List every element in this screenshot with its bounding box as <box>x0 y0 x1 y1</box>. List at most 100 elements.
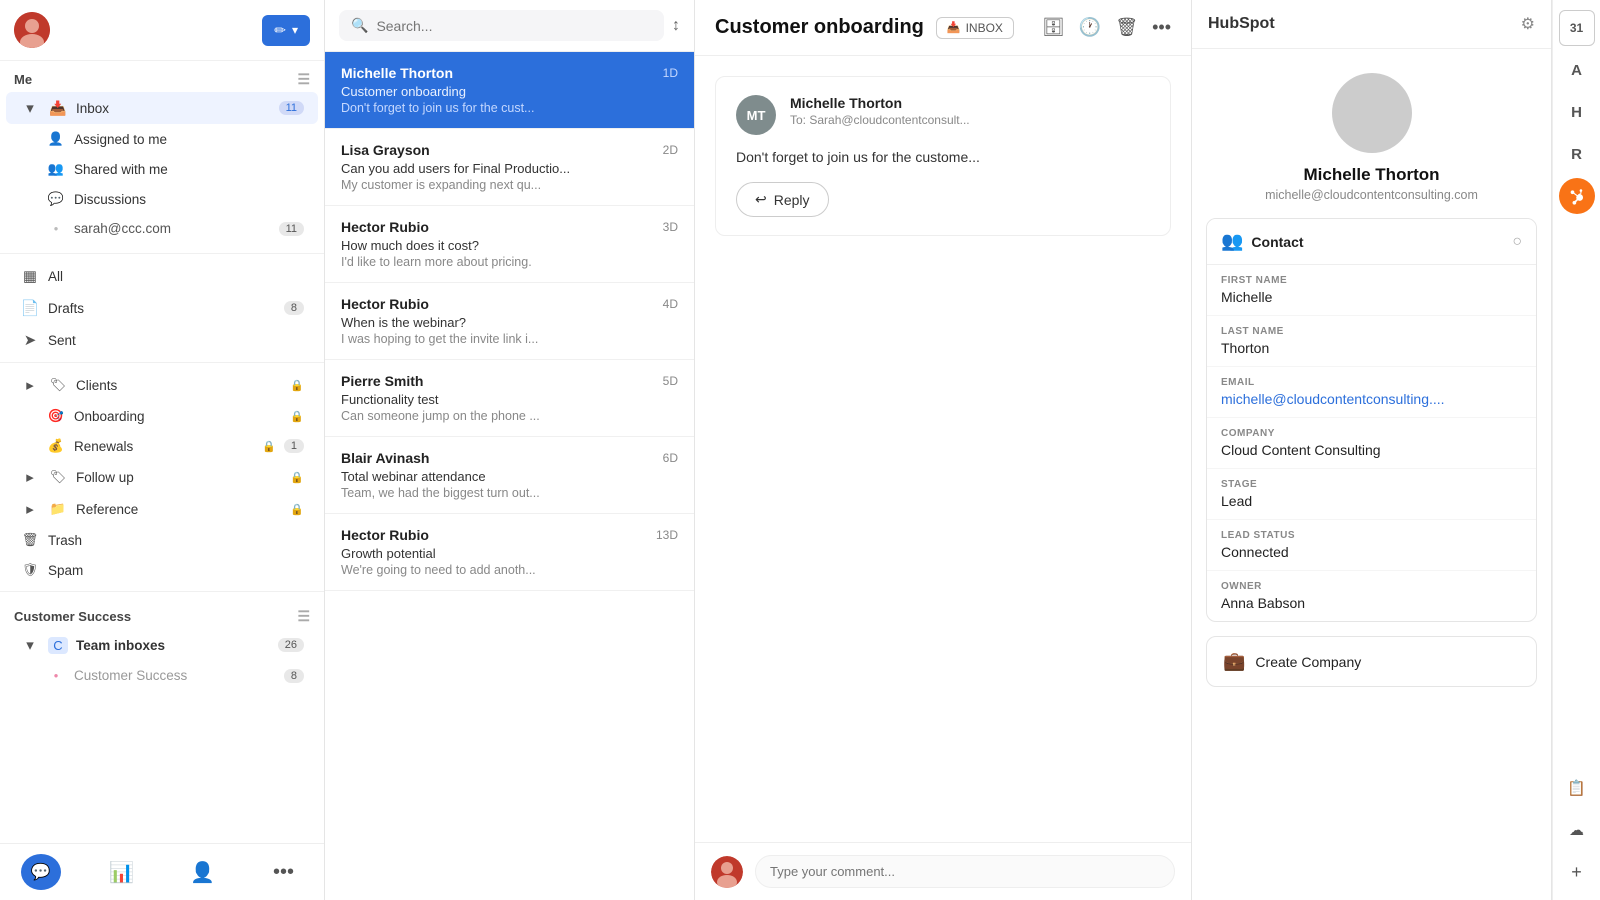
msg-to: To: Sarah@cloudcontentconsult... <box>790 113 970 127</box>
email-item[interactable]: Hector Rubio 4D When is the webinar? I w… <box>325 283 694 360</box>
pencil-icon: ✏ <box>274 22 286 39</box>
email-item[interactable]: Pierre Smith 5D Functionality test Can s… <box>325 360 694 437</box>
more-bottom-icon[interactable]: ••• <box>264 861 304 884</box>
info-lead-status: LEAD STATUS Connected <box>1207 520 1536 571</box>
info-first-name: FIRST NAME Michelle <box>1207 265 1536 316</box>
inbox-icon: ▾ <box>20 99 40 117</box>
email-item[interactable]: Lisa Grayson 2D Can you add users for Fi… <box>325 129 694 206</box>
dot-icon: ● <box>46 224 66 233</box>
divider2 <box>0 362 324 363</box>
cloud-rail-icon[interactable]: ☁ <box>1559 812 1595 848</box>
compose-button[interactable]: ✏ ▾ <box>262 15 310 46</box>
delete-icon[interactable]: 🗑 <box>1115 17 1138 38</box>
sidebar-item-discussions[interactable]: 💬 Discussions <box>36 184 318 214</box>
filter-icon: ☰ <box>297 71 310 88</box>
search-input[interactable] <box>376 18 652 34</box>
email-item[interactable]: Hector Rubio 3D How much does it cost? I… <box>325 206 694 283</box>
sidebar-item-inbox[interactable]: ▾ 📥 Inbox 11 <box>6 92 318 124</box>
person-icon: 👤 <box>46 131 66 147</box>
create-company-button[interactable]: 💼 Create Company <box>1206 636 1537 687</box>
msg-sender-info: Michelle Thorton To: Sarah@cloudcontentc… <box>790 95 970 127</box>
archive-icon[interactable]: 🗄 <box>1042 17 1065 38</box>
avatar <box>14 12 50 48</box>
sidebar-item-all[interactable]: ▦ All <box>6 260 318 292</box>
inbox-sub: 👤 Assigned to me 👥 Shared with me 💬 Disc… <box>0 124 324 243</box>
lock-icon: 🔒 <box>290 379 304 392</box>
sidebar-item-team-inboxes[interactable]: ▾ C Team inboxes 26 <box>6 629 318 661</box>
chat-bottom-icon[interactable]: 💬 <box>21 854 61 890</box>
email-detail: Customer onboarding 📥 INBOX 🗄 🕐 🗑 ••• MT… <box>695 0 1192 900</box>
more-icon[interactable]: ••• <box>1152 17 1171 38</box>
lock-icon4: 🔒 <box>290 471 304 484</box>
contact-info-header: 👥 Contact ○ <box>1207 219 1536 265</box>
chevron-right-icon: ▸ <box>20 376 40 394</box>
tag-icon: 🏷 <box>48 377 68 393</box>
sidebar-header: ✏ ▾ <box>0 0 324 61</box>
settings-icon[interactable]: ⚙ <box>1521 14 1535 34</box>
email-items-container: Michelle Thorton 1D Customer onboarding … <box>325 52 694 591</box>
sidebar-item-trash[interactable]: 🗑 Trash <box>6 525 318 555</box>
filter-icon2: ☰ <box>297 608 310 625</box>
info-owner: OWNER Anna Babson <box>1207 571 1536 621</box>
email-title: Customer onboarding <box>715 16 924 39</box>
comment-input[interactable] <box>755 855 1175 888</box>
me-section-label: Me ☰ <box>0 61 324 92</box>
sidebar-item-sarah[interactable]: ● sarah@ccc.com 11 <box>36 214 318 243</box>
sidebar-item-clients[interactable]: ▸ 🏷 Clients 🔒 <box>6 369 318 401</box>
contact-avatar-large <box>1332 73 1412 153</box>
table-rail-icon[interactable]: 📋 <box>1559 770 1595 806</box>
r-rail-icon[interactable]: R <box>1559 136 1595 172</box>
sidebar-item-sent[interactable]: ➤ Sent <box>6 324 318 356</box>
email-message-card: MT Michelle Thorton To: Sarah@cloudconte… <box>715 76 1171 236</box>
collapse-icon[interactable]: ○ <box>1512 233 1522 251</box>
calendar-rail-icon[interactable]: 31 <box>1559 10 1595 46</box>
inbox-box-icon: 📥 <box>48 100 68 117</box>
chevron-right-icon3: ▸ <box>20 500 40 518</box>
contact-name: Michelle Thorton <box>1304 165 1440 185</box>
header-actions: 🗄 🕐 🗑 ••• <box>1042 17 1171 38</box>
email-item[interactable]: Michelle Thorton 1D Customer onboarding … <box>325 52 694 129</box>
a-rail-icon[interactable]: A <box>1559 52 1595 88</box>
divider <box>0 253 324 254</box>
sidebar-item-spam[interactable]: 🛡 Spam <box>6 555 318 585</box>
dot-pink-icon: ● <box>46 671 66 680</box>
info-last-name: LAST NAME Thorton <box>1207 316 1536 367</box>
send-icon: ➤ <box>20 331 40 349</box>
search-bar[interactable]: 🔍 <box>339 10 664 41</box>
contact-email: michelle@cloudcontentconsulting.com <box>1265 188 1478 202</box>
sidebar: ✏ ▾ Me ☰ ▾ 📥 Inbox 11 👤 Assigned to me 👥… <box>0 0 325 900</box>
lock-icon2: 🔒 <box>290 410 304 423</box>
sidebar-item-customer-success[interactable]: ● Customer Success 8 <box>36 661 318 690</box>
sidebar-item-reference[interactable]: ▸ 📁 Reference 🔒 <box>6 493 318 525</box>
sidebar-item-drafts[interactable]: 📄 Drafts 8 <box>6 292 318 324</box>
email-item[interactable]: Hector Rubio 13D Growth potential We're … <box>325 514 694 591</box>
hubspot-panel: HubSpot ⚙ Michelle Thorton michelle@clou… <box>1192 0 1552 900</box>
comment-user-avatar <box>711 856 743 888</box>
sidebar-item-onboarding[interactable]: 🎯 Onboarding 🔒 <box>36 401 318 431</box>
reply-icon: ↩ <box>755 191 767 208</box>
msg-sender-name: Michelle Thorton <box>790 95 970 111</box>
sidebar-item-followup[interactable]: ▸ 🏷 Follow up 🔒 <box>6 461 318 493</box>
h-rail-icon[interactable]: H <box>1559 94 1595 130</box>
sort-icon[interactable]: ↕ <box>672 17 680 35</box>
contact-card: Michelle Thorton michelle@cloudcontentco… <box>1192 49 1551 218</box>
icon-rail: 31 A H R 📋 ☁ + <box>1552 0 1600 900</box>
email-item[interactable]: Blair Avinash 6D Total webinar attendanc… <box>325 437 694 514</box>
trash-icon: 🗑 <box>20 532 40 548</box>
contacts-bottom-icon[interactable]: 👤 <box>183 860 223 885</box>
hubspot-rail-icon[interactable] <box>1559 178 1595 214</box>
contact-info-card: 👥 Contact ○ FIRST NAME Michelle LAST NAM… <box>1206 218 1537 622</box>
email-detail-header: Customer onboarding 📥 INBOX 🗄 🕐 🗑 ••• <box>695 0 1191 56</box>
customer-success-section: Customer Success ☰ <box>0 598 324 629</box>
sidebar-item-assigned[interactable]: 👤 Assigned to me <box>36 124 318 154</box>
sidebar-item-renewals[interactable]: 💰 Renewals 🔒 1 <box>36 431 318 461</box>
info-stage: STAGE Lead <box>1207 469 1536 520</box>
clock-icon[interactable]: 🕐 <box>1079 17 1101 38</box>
email-list-header: 🔍 ↕ <box>325 0 694 52</box>
contact-info-title: Contact <box>1251 234 1303 250</box>
sidebar-item-shared[interactable]: 👥 Shared with me <box>36 154 318 184</box>
reply-button[interactable]: ↩ Reply <box>736 182 829 217</box>
chart-bottom-icon[interactable]: 📊 <box>102 860 142 885</box>
sender-avatar: MT <box>736 95 776 135</box>
plus-rail-icon[interactable]: + <box>1559 854 1595 890</box>
